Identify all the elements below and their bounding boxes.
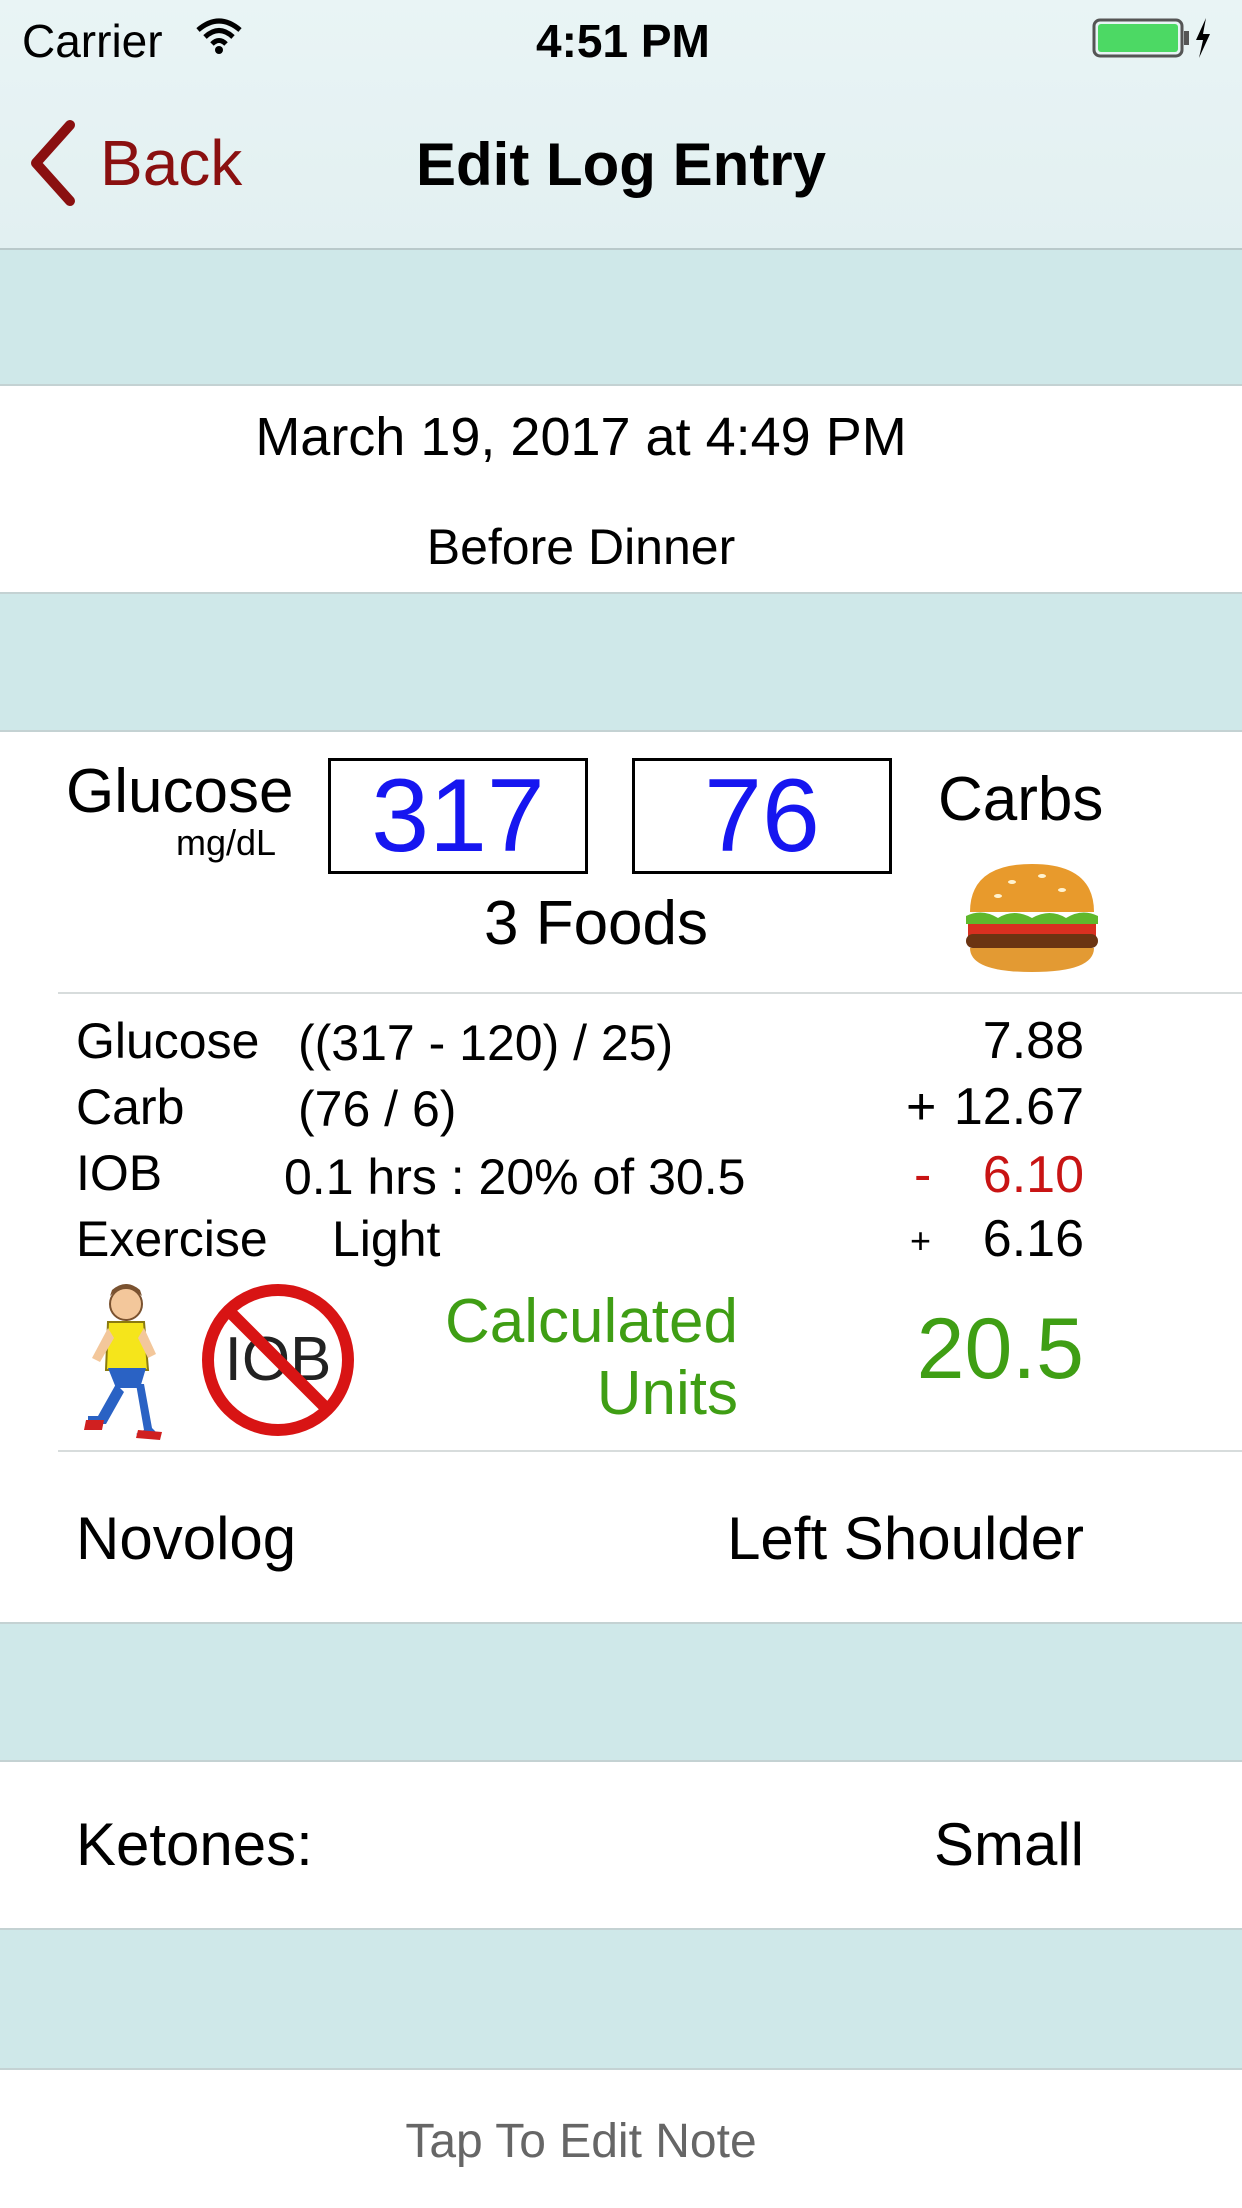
glucose-label: Glucose [66,757,294,826]
insulin-row[interactable]: Novolog Left Shoulder [0,1452,1242,1622]
calc-value: 6.16 [982,1210,1084,1268]
divider [58,992,1242,994]
glucose-value-box[interactable]: 317 [328,758,588,874]
calc-formula: Light [332,1211,441,1267]
edit-note-placeholder: Tap To Edit Note [405,2115,757,2168]
calculated-label-line2: Units [596,1359,738,1428]
divider [0,1760,1242,1762]
divider [0,2068,1242,2070]
ketones-label: Ketones: [76,1811,313,1878]
calc-label: Carb [76,1079,185,1135]
calc-sign: + [910,1220,932,1261]
calc-label: IOB [76,1145,163,1201]
page-title: Edit Log Entry [416,131,826,198]
calc-formula: (76 / 6) [298,1081,457,1137]
calc-value: 12.67 [953,1078,1084,1136]
entry-datetime: March 19, 2017 at 4:49 PM [255,407,907,467]
dose-calculation-panel: Glucose mg/dL 317 76 Carbs 3 Foods Gluco… [0,730,1242,1622]
calc-value: 6.10 [982,1146,1084,1204]
meal-label: Before Dinner [426,519,736,575]
ketones-value: Small [933,1811,1084,1878]
carrier-label: Carrier [22,15,163,67]
calculated-units-value: 20.5 [916,1301,1084,1397]
battery-icon [1092,18,1210,58]
calc-label: Exercise [76,1211,268,1267]
divider [0,384,1242,386]
note-cell[interactable]: Tap To Edit Note [0,2068,1242,2208]
insulin-type: Novolog [76,1505,297,1572]
calc-row-glucose: Glucose [76,1008,259,1074]
calc-sign: + [906,1078,937,1136]
clock-time: 4:51 PM [536,15,710,67]
calc-formula: ((317 - 120) / 25) [298,1015,674,1071]
divider [0,1928,1242,1930]
glucose-unit: mg/dL [176,822,277,863]
carbs-value-box[interactable]: 76 [632,758,892,874]
calc-label: Glucose [76,1013,260,1069]
calculated-label-line1: Calculated [445,1287,738,1356]
navigation-header: Carrier 4:51 PM Back Edit Log Entry [0,0,1242,250]
ketones-row[interactable]: Ketones: Small [0,1760,1242,1928]
hamburger-icon[interactable] [962,860,1102,976]
wifi-icon [196,18,242,54]
calc-value: 7.88 [982,1012,1084,1070]
calc-formula: 0.1 hrs : 20% of 30.5 [284,1149,746,1205]
exercise-runner-icon[interactable] [80,1280,170,1442]
date-time-cell[interactable]: March 19, 2017 at 4:49 PM Before Dinner [0,384,1242,592]
foods-count[interactable]: 3 Foods [484,888,708,959]
calc-sign: - [914,1146,932,1204]
iob-disabled-icon[interactable]: IOB [200,1282,356,1438]
prohibition-slash [223,1305,333,1415]
divider [0,592,1242,594]
divider [0,1622,1242,1624]
calculated-units-label: Calculated Units [420,1286,738,1430]
injection-site: Left Shoulder [727,1505,1084,1572]
carbs-label: Carbs [938,765,1104,834]
divider [0,730,1242,732]
